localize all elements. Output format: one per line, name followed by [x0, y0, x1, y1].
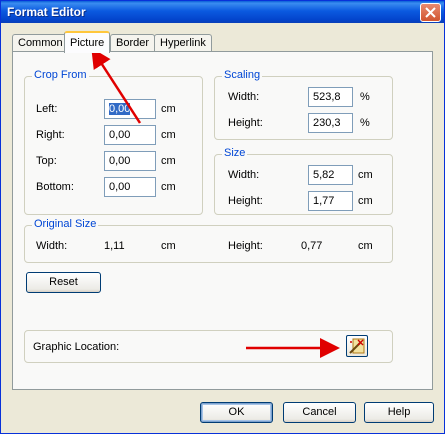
- crop-bottom-field[interactable]: 0,00: [104, 177, 156, 197]
- graphic-location-group: Graphic Location:: [24, 330, 393, 363]
- original-height-unit: cm: [358, 240, 373, 252]
- crop-top-field[interactable]: 0,00: [104, 151, 156, 171]
- reset-button[interactable]: Reset: [26, 272, 101, 293]
- close-button[interactable]: [420, 3, 441, 22]
- scaling-group: Scaling Width: 523,8 % Height: 230,3 %: [214, 69, 393, 140]
- crop-from-title: Crop From: [32, 69, 89, 81]
- scaling-height-field[interactable]: 230,3: [308, 113, 353, 133]
- ok-button[interactable]: OK: [200, 402, 273, 423]
- size-width-label: Width:: [228, 169, 260, 181]
- tab-hyperlink[interactable]: Hyperlink: [154, 34, 212, 51]
- size-group: Size Width: 5,82 cm Height: 1,77 cm: [214, 147, 393, 215]
- size-width-field[interactable]: 5,82: [308, 165, 353, 185]
- original-width-label: Width:: [36, 240, 68, 252]
- crop-bottom-label: Bottom:: [36, 181, 74, 193]
- tab-picture[interactable]: Picture: [64, 31, 111, 53]
- crop-right-label: Right:: [36, 129, 65, 141]
- crop-bottom-unit: cm: [161, 181, 176, 193]
- title-bar[interactable]: Format Editor: [1, 1, 444, 23]
- scaling-title: Scaling: [222, 69, 263, 81]
- crop-top-unit: cm: [161, 155, 176, 167]
- tab-border[interactable]: Border: [110, 34, 156, 51]
- graphic-location-label: Graphic Location:: [33, 341, 120, 353]
- picture-tab-panel: Crop From Left: 0,00 cm Right: 0,00 cm T…: [12, 51, 433, 390]
- scaling-width-field[interactable]: 523,8: [308, 87, 353, 107]
- wand-icon: [349, 338, 365, 354]
- scaling-width-unit: %: [360, 91, 370, 103]
- crop-right-unit: cm: [161, 129, 176, 141]
- graphic-location-edit-button[interactable]: [346, 335, 368, 357]
- original-size-title: Original Size: [32, 218, 99, 230]
- crop-top-label: Top:: [36, 155, 57, 167]
- cancel-button[interactable]: Cancel: [283, 402, 356, 423]
- original-size-group: Original Size Width: 1,11 cm Height: 0,7…: [24, 218, 393, 263]
- help-button[interactable]: Help: [364, 402, 434, 423]
- size-height-label: Height:: [228, 195, 263, 207]
- format-editor-dialog: Format Editor Common Picture Border Hype…: [0, 0, 445, 434]
- original-height-label: Height:: [228, 240, 263, 252]
- size-height-unit: cm: [358, 195, 373, 207]
- window-title: Format Editor: [7, 5, 86, 19]
- close-icon: [425, 7, 436, 18]
- scaling-height-unit: %: [360, 117, 370, 129]
- tab-common[interactable]: Common: [12, 34, 69, 51]
- crop-left-field[interactable]: 0,00: [104, 99, 156, 119]
- crop-left-unit: cm: [161, 103, 176, 115]
- scaling-height-label: Height:: [228, 117, 263, 129]
- crop-left-label: Left:: [36, 103, 58, 115]
- size-title: Size: [222, 147, 248, 159]
- original-width-unit: cm: [161, 240, 176, 252]
- scaling-width-label: Width:: [228, 91, 260, 103]
- crop-from-group: Crop From Left: 0,00 cm Right: 0,00 cm T…: [24, 69, 203, 215]
- original-height-value: 0,77: [301, 240, 323, 252]
- crop-right-field[interactable]: 0,00: [104, 125, 156, 145]
- size-width-unit: cm: [358, 169, 373, 181]
- size-height-field[interactable]: 1,77: [308, 191, 353, 211]
- original-width-value: 1,11: [104, 240, 125, 252]
